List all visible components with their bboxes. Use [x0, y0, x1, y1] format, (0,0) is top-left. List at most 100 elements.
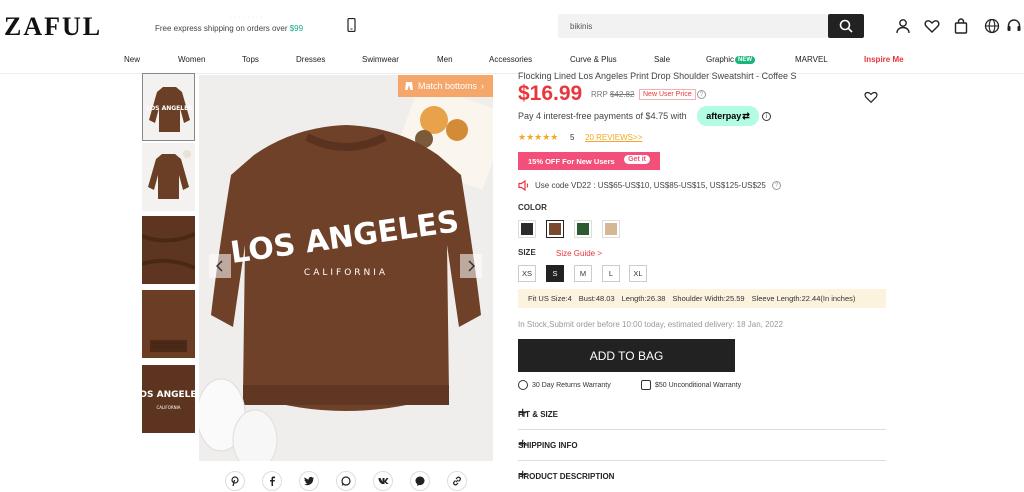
pinterest-share[interactable] — [225, 471, 245, 491]
facebook-icon — [270, 476, 275, 486]
rating-value: 5 — [570, 133, 575, 142]
logo[interactable]: ZAFUL — [4, 12, 102, 42]
color-swatch-beige[interactable] — [602, 220, 620, 238]
twitter-icon — [303, 476, 314, 486]
nav-graphic[interactable]: Graphic NEW — [706, 55, 756, 64]
main-product-image[interactable]: LOS ANGELES CALIFORNIA — [199, 75, 493, 461]
wishlist-icon[interactable] — [924, 18, 940, 34]
chevron-right-icon: › — [481, 81, 485, 91]
guarantee-text: $50 Unconditional Warranty — [655, 381, 742, 389]
favorite-icon[interactable] — [864, 90, 878, 104]
copy-link-share[interactable] — [447, 471, 467, 491]
rrp-price: RRP $42.82 — [591, 90, 634, 99]
sweatshirt-main-image: LOS ANGELES CALIFORNIA — [199, 75, 493, 461]
nav-men[interactable]: Men — [437, 55, 453, 64]
twitter-share[interactable] — [299, 471, 319, 491]
afterpay-logo-icon: ⇄ — [742, 110, 750, 121]
nav-new[interactable]: New — [124, 55, 140, 64]
plus-icon: + — [518, 467, 528, 484]
link-icon — [453, 476, 461, 486]
phone-icon[interactable] — [347, 18, 356, 32]
whatsapp-icon — [341, 476, 351, 486]
returns-icon — [518, 380, 528, 390]
stock-delivery-text: In Stock,Submit order before 10:00 today… — [518, 320, 783, 329]
nav-marvel[interactable]: MARVEL — [795, 55, 828, 64]
support-icon[interactable] — [1006, 18, 1022, 34]
size-guide-link[interactable]: Size Guide > — [556, 249, 602, 258]
question-icon[interactable]: ? — [772, 181, 781, 190]
color-swatch-coffee[interactable] — [546, 220, 564, 238]
returns-text: 30 Day Returns Warranty — [532, 381, 611, 389]
info-icon[interactable]: i — [762, 112, 771, 121]
size-m[interactable]: M — [574, 265, 592, 282]
header: ZAFUL · · · · · · · · Free express shipp… — [0, 0, 1024, 50]
color-swatch-black[interactable] — [518, 220, 536, 238]
size-xs[interactable]: XS — [518, 265, 536, 282]
search-button[interactable] — [828, 14, 864, 38]
whatsapp-share[interactable] — [336, 471, 356, 491]
color-label: COLOR — [518, 203, 547, 212]
rrp-value: $42.82 — [609, 90, 635, 99]
globe-icon[interactable] — [984, 18, 1000, 34]
question-icon[interactable]: ? — [697, 90, 706, 99]
new-user-price-badge: New User Price — [639, 89, 696, 100]
print-line-2: CALIFORNIA — [304, 268, 388, 278]
match-bottoms-button[interactable]: Match bottoms › — [398, 75, 493, 97]
size-s[interactable]: S — [546, 265, 564, 282]
plus-icon: + — [518, 405, 528, 422]
reviews-link[interactable]: 20 REVIEWS>> — [585, 133, 642, 142]
facebook-share[interactable] — [262, 471, 282, 491]
nav-dresses[interactable]: Dresses — [296, 55, 325, 64]
fit-shoulder: Shoulder Width:25.59 — [672, 294, 745, 303]
nav-sale[interactable]: Sale — [654, 55, 670, 64]
nav-inspire-me[interactable]: Inspire Me — [864, 55, 904, 64]
thumbnail-2[interactable] — [142, 143, 195, 211]
installment-text: Pay 4 interest-free payments of $4.75 wi… — [518, 111, 687, 121]
size-xl[interactable]: XL — [629, 265, 647, 282]
get-it-button[interactable]: Get it — [624, 155, 650, 164]
bottoms-icon — [405, 82, 413, 90]
nav-graphic-label: Graphic — [706, 55, 735, 64]
search-input[interactable] — [558, 14, 828, 38]
search-icon — [839, 19, 853, 33]
thumbnail-4[interactable] — [142, 290, 195, 358]
accordion-product-description[interactable]: PRODUCT DESCRIPTION + — [518, 462, 886, 492]
vk-icon — [378, 478, 388, 484]
cuff-detail-image — [142, 290, 195, 358]
product-title: Flocking Lined Los Angeles Print Drop Sh… — [518, 71, 797, 81]
prev-image-button[interactable] — [209, 254, 231, 278]
chevron-left-icon — [216, 260, 223, 272]
match-bottoms-label: Match bottoms — [418, 81, 478, 91]
pinterest-icon — [231, 476, 239, 486]
promo-banner: Free express shipping on orders over $99 — [155, 24, 303, 33]
thumbnail-1[interactable]: LOS ANGELES — [142, 73, 195, 141]
size-l[interactable]: L — [602, 265, 620, 282]
accordion-shipping-info[interactable]: SHIPPING INFO + — [518, 431, 886, 461]
accordion-fit-size[interactable]: FIT & SIZE + — [518, 400, 886, 430]
messenger-share[interactable] — [410, 471, 430, 491]
vk-share[interactable] — [373, 471, 393, 491]
thumb-print-closeup: LOS ANGELES — [142, 390, 195, 400]
bag-icon[interactable] — [953, 18, 969, 34]
speaker-icon — [518, 180, 529, 191]
thumbnail-5[interactable]: LOS ANGELES CALIFORNIA — [142, 365, 195, 433]
nav-tops[interactable]: Tops — [242, 55, 259, 64]
add-to-bag-button[interactable]: ADD TO BAG — [518, 339, 735, 372]
color-swatch-green[interactable] — [574, 220, 592, 238]
nav-women[interactable]: Women — [178, 55, 205, 64]
afterpay-badge[interactable]: afterpay ⇄ — [697, 106, 759, 126]
promo-ghost-text: · · · · · · · · — [230, 14, 263, 21]
thumbnail-3[interactable] — [142, 216, 195, 284]
fit-length: Length:26.38 — [621, 294, 666, 303]
print-closeup-image: LOS ANGELES CALIFORNIA — [142, 365, 195, 433]
account-icon[interactable] — [895, 18, 911, 34]
coupon-banner[interactable]: 15% OFF For New Users Get it — [518, 152, 660, 170]
next-image-button[interactable] — [460, 254, 482, 278]
sweatshirt-thumb-image: LOS ANGELES — [143, 74, 194, 140]
sweatshirt-back-image — [142, 143, 195, 211]
nav-accessories[interactable]: Accessories — [489, 55, 532, 64]
nav-curve-plus[interactable]: Curve & Plus — [570, 55, 617, 64]
fit-measurements: Fit US Size:4 Bust:48.03 Length:26.38 Sh… — [518, 289, 886, 308]
nav-swimwear[interactable]: Swimwear — [362, 55, 399, 64]
rating-stars: ★★★★★ — [518, 132, 559, 142]
